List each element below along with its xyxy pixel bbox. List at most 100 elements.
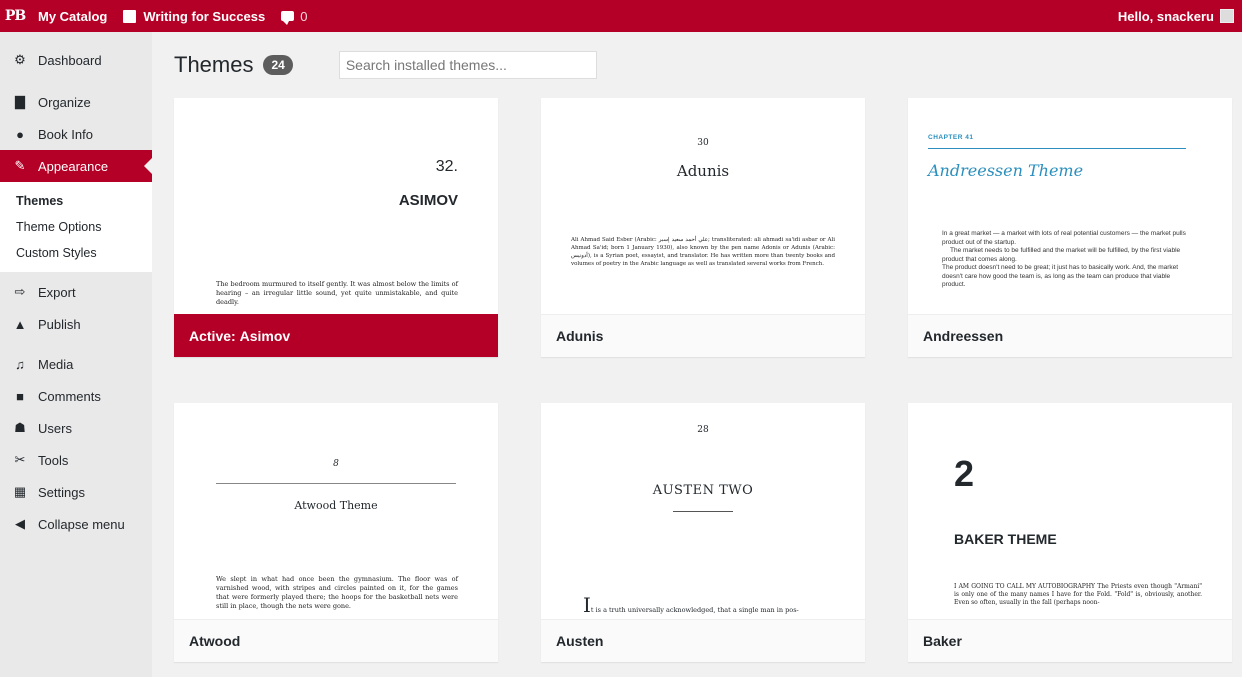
- comments-icon: ■: [16, 388, 24, 404]
- themes-page: Themes 24 32. ASIMOV The bedroom murmure…: [174, 32, 1234, 662]
- theme-name: Adunis: [541, 314, 865, 357]
- collapse-menu-button[interactable]: ◀ Collapse menu: [0, 508, 152, 540]
- collapse-icon: ◀: [15, 516, 25, 531]
- pressbooks-logo[interactable]: PB: [0, 0, 30, 32]
- preview-title: Andreessen Theme: [928, 161, 1084, 180]
- sidebar-item-label: Export: [38, 284, 76, 300]
- preview-title: ASIMOV: [398, 192, 458, 209]
- publish-icon: ▲: [13, 316, 27, 332]
- appearance-submenu: Themes Theme Options Custom Styles: [0, 182, 152, 272]
- sidebar-item-publish[interactable]: ▲ Publish: [0, 308, 152, 340]
- comments-link[interactable]: 0: [273, 0, 315, 32]
- book-label: Writing for Success: [143, 8, 266, 24]
- preview-rule: [216, 483, 456, 484]
- user-greeting: Hello, snackeru: [1117, 8, 1214, 24]
- sidebar-item-label: Collapse menu: [38, 516, 125, 532]
- theme-card-adunis[interactable]: 30 Adunis Ali Ahmad Said Esber (Arabic: …: [541, 98, 865, 357]
- sidebar-item-appearance[interactable]: ✎ Appearance: [0, 150, 152, 182]
- sidebar-item-label: Book Info: [38, 126, 93, 142]
- sidebar-item-book-info[interactable]: ● Book Info: [0, 118, 152, 150]
- theme-screenshot[interactable]: 8 Atwood Theme We slept in what had once…: [174, 403, 498, 619]
- sidebar-item-label: Users: [38, 420, 72, 436]
- appearance-icon: ✎: [14, 158, 26, 173]
- active-label: Active:: [189, 327, 236, 344]
- preview-text: The bedroom murmured to itself gently. I…: [216, 280, 458, 306]
- theme-screenshot[interactable]: 2 BAKER THEME I AM GOING TO CALL MY AUTO…: [908, 403, 1232, 619]
- preview-title: BAKER THEME: [954, 531, 1057, 547]
- avatar: [1220, 9, 1234, 23]
- theme-screenshot[interactable]: CHAPTER 41 Andreessen Theme In a great m…: [908, 98, 1232, 314]
- submenu-item-custom-styles[interactable]: Custom Styles: [0, 240, 152, 266]
- preview-rule: [673, 511, 733, 512]
- sidebar-item-label: Appearance: [38, 158, 109, 174]
- preview-text: The product doesn't need to be great; it…: [942, 264, 1179, 288]
- submenu-item-themes[interactable]: Themes: [0, 188, 152, 214]
- preview-title: Atwood Theme: [294, 499, 378, 512]
- sidebar-item-settings[interactable]: ▦ Settings: [0, 476, 152, 508]
- theme-card-baker[interactable]: 2 BAKER THEME I AM GOING TO CALL MY AUTO…: [908, 403, 1232, 662]
- preview-chapter-number: 8: [333, 459, 339, 469]
- search-input[interactable]: [338, 51, 597, 79]
- theme-screenshot[interactable]: 32. ASIMOV The bedroom murmured to itsel…: [174, 98, 498, 314]
- theme-name: Atwood: [174, 619, 498, 662]
- export-icon: ⇨: [14, 284, 26, 299]
- sidebar-item-tools[interactable]: ✂ Tools: [0, 444, 152, 476]
- theme-card-andreessen[interactable]: CHAPTER 41 Andreessen Theme In a great m…: [908, 98, 1232, 357]
- theme-name: Active: Asimov: [174, 314, 498, 357]
- theme-count-badge: 24: [263, 55, 293, 75]
- organize-icon: ▇: [15, 94, 25, 109]
- user-account-menu[interactable]: Hello, snackeru: [1118, 9, 1242, 24]
- preview-chapter-number: 2: [954, 453, 975, 494]
- sidebar-item-label: Organize: [38, 94, 91, 110]
- my-catalog-link[interactable]: My Catalog: [30, 0, 115, 32]
- sidebar-item-users[interactable]: ☗ Users: [0, 412, 152, 444]
- sidebar-item-comments[interactable]: ■ Comments: [0, 380, 152, 412]
- sidebar-item-label: Dashboard: [38, 52, 102, 68]
- info-icon: ●: [16, 126, 24, 142]
- admin-bar: PB My Catalog Writing for Success 0 Hell…: [0, 0, 1242, 32]
- theme-screenshot[interactable]: 28 AUSTEN TWO It is a truth universally …: [541, 403, 865, 619]
- theme-screenshot[interactable]: 30 Adunis Ali Ahmad Said Esber (Arabic: …: [541, 98, 865, 314]
- sidebar-item-organize[interactable]: ▇ Organize: [0, 86, 152, 118]
- settings-icon: ▦: [13, 484, 27, 499]
- comments-count: 0: [300, 8, 308, 24]
- sidebar-item-dashboard[interactable]: ⚙ Dashboard: [0, 44, 152, 76]
- preview-chapter-number: 30: [697, 138, 709, 148]
- theme-name: Austen: [541, 619, 865, 662]
- preview-text: We slept in what had once been the gymna…: [216, 575, 458, 610]
- preview-text: The market needs to be fulfilled and the…: [942, 247, 1181, 263]
- my-catalog-label: My Catalog: [38, 8, 108, 24]
- theme-name-label: Asimov: [239, 327, 291, 344]
- preview-text: t is a truth universally acknowledged, t…: [590, 606, 799, 614]
- sidebar-item-export[interactable]: ⇨ Export: [0, 276, 152, 308]
- preview-text: In a great market — a market with lots o…: [942, 230, 1186, 246]
- book-icon: [123, 9, 137, 23]
- sidebar-item-label: Comments: [38, 388, 101, 404]
- theme-card-asimov[interactable]: 32. ASIMOV The bedroom murmured to itsel…: [174, 98, 498, 357]
- tools-icon: ✂: [14, 452, 26, 467]
- preview-chapter-number: 28: [697, 425, 709, 435]
- preview-title: Adunis: [676, 162, 730, 180]
- sidebar-item-media[interactable]: ♫ Media: [0, 348, 152, 380]
- sidebar-item-label: Publish: [38, 316, 81, 332]
- theme-name: Andreessen: [908, 314, 1232, 357]
- page-header: Themes 24: [174, 32, 1234, 98]
- page-title: Themes: [174, 52, 254, 77]
- preview-title: AUSTEN TWO: [652, 483, 754, 498]
- submenu-item-theme-options[interactable]: Theme Options: [0, 214, 152, 240]
- admin-sidebar: ⚙ Dashboard ▇ Organize ● Book Info ✎ Appeara…: [0, 32, 152, 677]
- dashboard-icon: ⚙: [14, 52, 26, 67]
- preview-dropcap: I: [583, 593, 591, 617]
- comment-bubble-icon: [281, 11, 295, 25]
- theme-card-austen[interactable]: 28 AUSTEN TWO It is a truth universally …: [541, 403, 865, 662]
- book-link[interactable]: Writing for Success: [115, 0, 273, 32]
- preview-chapter-label: CHAPTER 41: [928, 134, 974, 141]
- theme-name: Baker: [908, 619, 1232, 662]
- media-icon: ♫: [15, 356, 25, 372]
- users-icon: ☗: [14, 420, 26, 435]
- preview-rule: [928, 148, 1186, 149]
- theme-card-atwood[interactable]: 8 Atwood Theme We slept in what had once…: [174, 403, 498, 662]
- sidebar-item-label: Tools: [38, 452, 69, 468]
- preview-chapter-number: 32.: [435, 158, 458, 175]
- sidebar-item-label: Settings: [38, 484, 85, 500]
